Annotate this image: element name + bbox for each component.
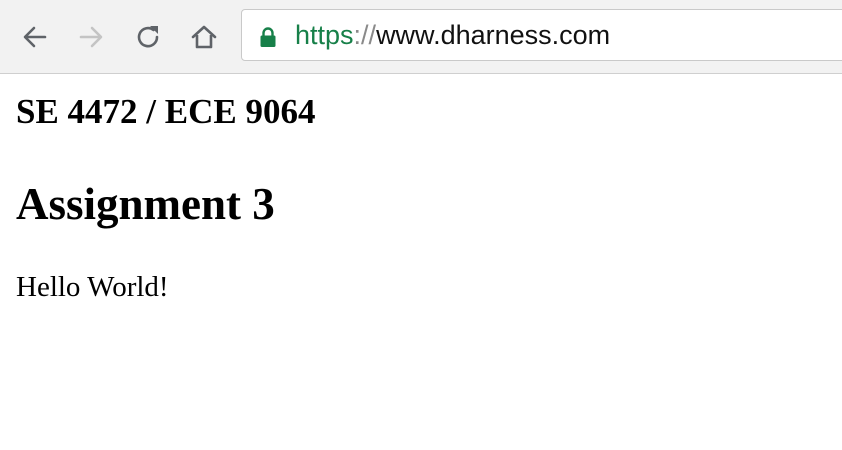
reload-icon [137,26,159,48]
arrow-left-icon [23,26,47,48]
body-text: Hello World! [16,271,169,303]
back-button[interactable] [17,19,53,55]
home-icon [191,25,217,49]
home-button[interactable] [186,19,222,55]
url-text[interactable]: https://www.dharness.com [295,10,610,60]
reload-button[interactable] [130,19,166,55]
forward-button[interactable] [73,19,109,55]
url-separator: :// [353,20,377,50]
url-scheme: https [295,20,354,50]
page-title: Assignment 3 [16,179,275,229]
browser-toolbar: https://www.dharness.com [0,0,842,74]
url-host: www.dharness.com [376,20,611,50]
course-heading: SE 4472 / ECE 9064 [16,92,316,131]
arrow-right-icon [79,26,103,48]
address-bar[interactable]: https://www.dharness.com [241,9,842,61]
lock-icon [260,27,276,47]
